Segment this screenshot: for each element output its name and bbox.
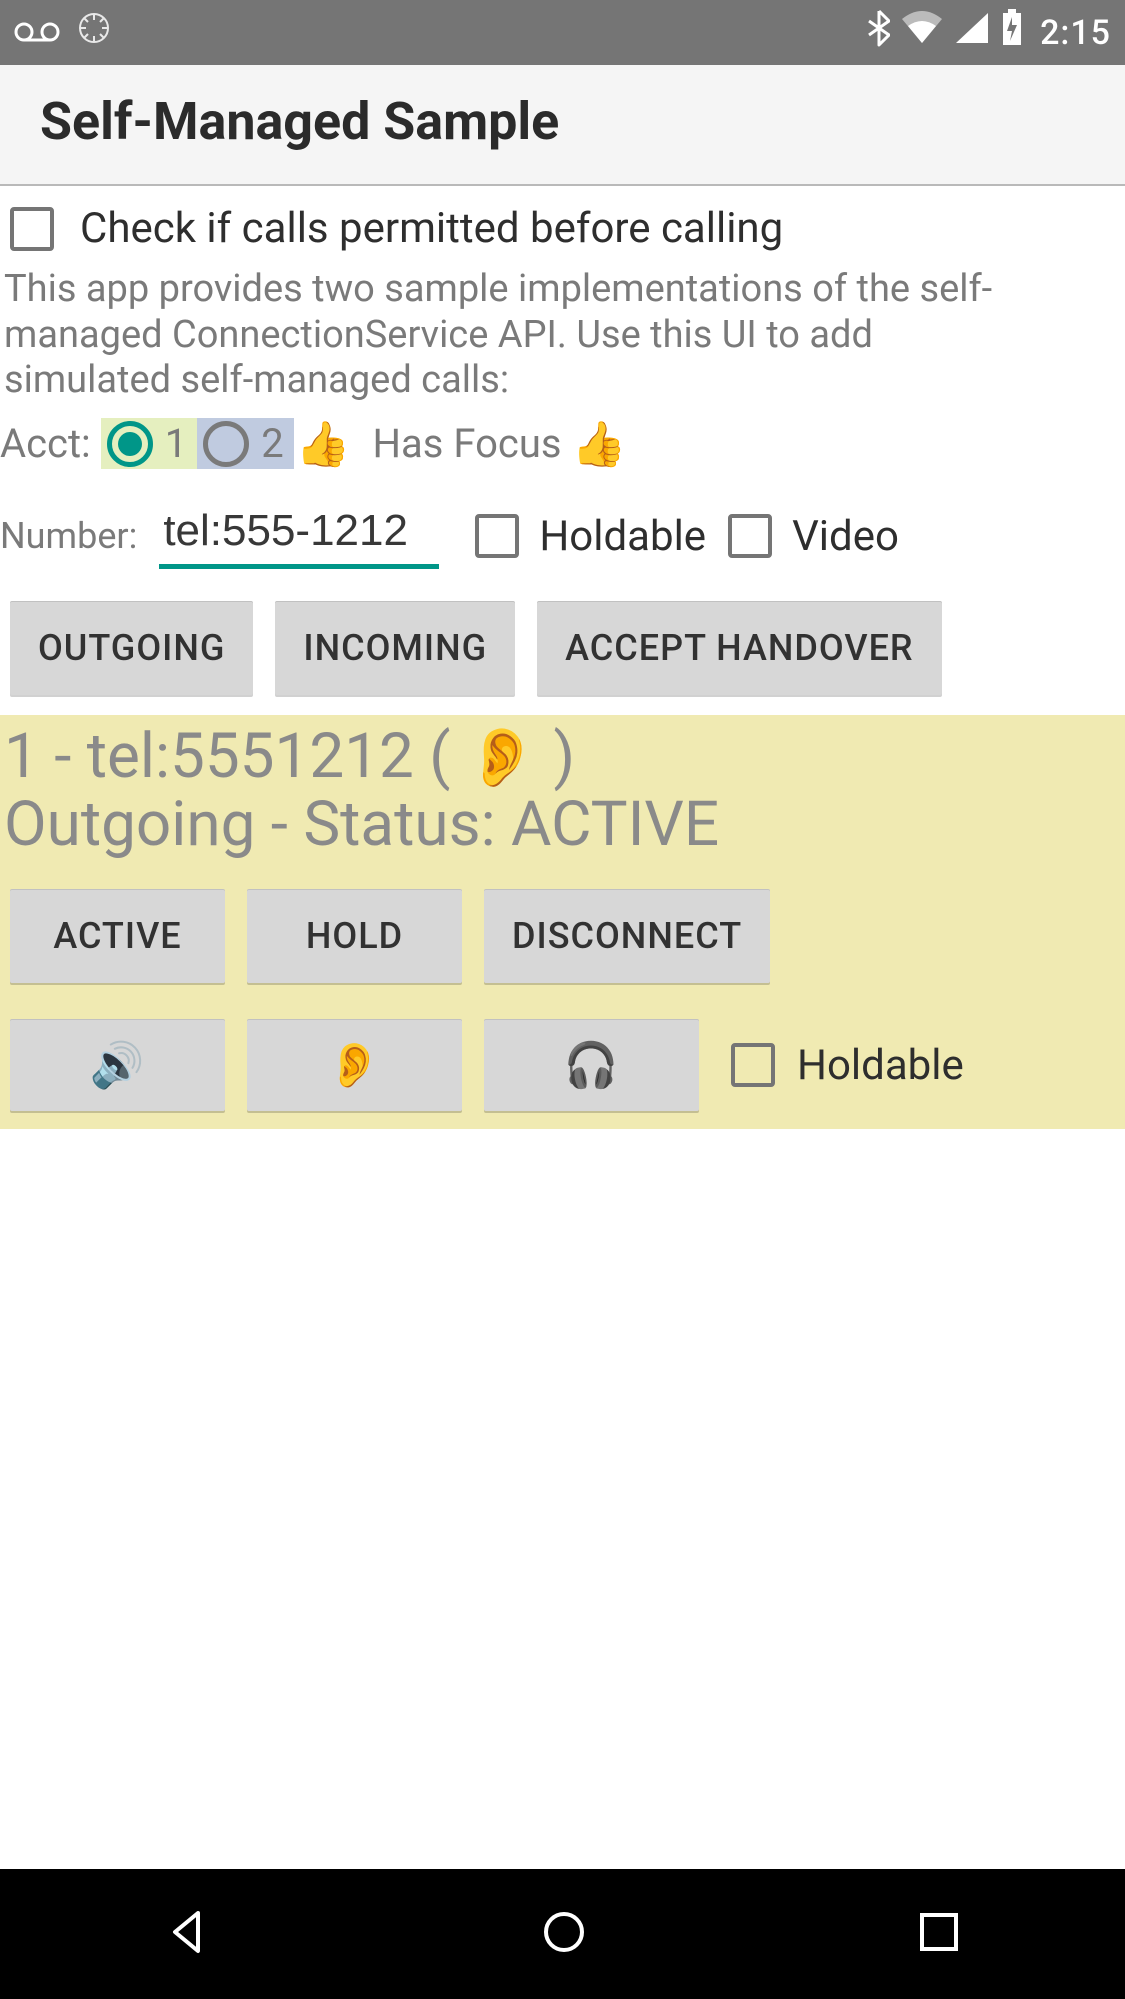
permitted-checkbox[interactable] [10, 207, 54, 251]
video-checkbox[interactable] [728, 514, 772, 558]
holdable-row[interactable]: Holdable [475, 512, 706, 561]
battery-charging-icon [1000, 9, 1024, 56]
hold-button[interactable]: HOLD [247, 889, 462, 983]
has-focus-label: Has Focus [373, 420, 562, 467]
accept-handover-button[interactable]: ACCEPT HANDOVER [537, 601, 941, 695]
call-action-row: ACTIVE HOLD DISCONNECT [0, 859, 1125, 1003]
outgoing-button[interactable]: OUTGOING [10, 601, 253, 695]
call-header-prefix: 1 - tel:5551212 ( [4, 720, 466, 793]
call-card: 1 - tel:5551212 ( 👂 ) Outgoing - Status:… [0, 715, 1125, 1129]
number-input[interactable] [159, 504, 439, 569]
account-radio-2[interactable]: 2 [197, 418, 293, 469]
thumbs-up-icon: 👍 [296, 418, 351, 470]
ear-icon: 👂 [466, 724, 538, 792]
earpiece-button[interactable]: 👂 [247, 1019, 462, 1111]
call-header-suffix: ) [538, 720, 575, 793]
account-radio-1[interactable]: 1 [101, 418, 197, 469]
account-radio-group: 1 2 [101, 418, 294, 469]
speaker-button[interactable]: 🔊 [10, 1019, 225, 1111]
radio-selected-icon [107, 421, 153, 467]
video-row[interactable]: Video [728, 512, 899, 561]
call-holdable-row[interactable]: Holdable [721, 1041, 964, 1090]
call-holdable-checkbox[interactable] [731, 1043, 775, 1087]
call-holdable-label: Holdable [797, 1041, 964, 1090]
holdable-checkbox[interactable] [475, 514, 519, 558]
cellular-icon [954, 11, 990, 54]
number-label: Number: [0, 515, 137, 557]
voicemail-icon [14, 13, 60, 53]
thumbs-up-icon: 👍 [572, 418, 627, 470]
status-bar: 2:15 [0, 0, 1125, 65]
dial-button-row: OUTGOING INCOMING ACCEPT HANDOVER [0, 595, 1125, 715]
radio-unselected-icon [203, 421, 249, 467]
main-panel: Check if calls permitted before calling … [0, 186, 1125, 1129]
audio-route-row: 🔊 👂 🎧 Holdable [0, 1003, 1125, 1111]
description-text: This app provides two sample implementat… [0, 267, 1000, 414]
nav-bar [0, 1869, 1125, 1999]
call-status: Outgoing - Status: ACTIVE [0, 791, 1125, 859]
account-radio-1-label: 1 [165, 420, 187, 467]
headphones-button[interactable]: 🎧 [484, 1019, 699, 1111]
bluetooth-icon [868, 9, 890, 56]
account-radio-2-label: 2 [261, 420, 283, 467]
video-label: Video [792, 512, 899, 561]
spinner-icon [78, 12, 110, 53]
back-button[interactable] [163, 1907, 213, 1961]
active-button[interactable]: ACTIVE [10, 889, 225, 983]
status-clock: 2:15 [1040, 13, 1111, 53]
account-line: Acct: 1 2 👍 Has Focus 👍 [0, 414, 1125, 488]
account-label: Acct: [0, 420, 91, 467]
incoming-button[interactable]: INCOMING [275, 601, 515, 695]
disconnect-button[interactable]: DISCONNECT [484, 889, 770, 983]
permitted-label: Check if calls permitted before calling [80, 204, 783, 253]
number-row: Number: Holdable Video [0, 488, 1125, 595]
permitted-row[interactable]: Check if calls permitted before calling [0, 186, 1125, 267]
page-title: Self-Managed Sample [40, 91, 1085, 152]
holdable-label: Holdable [539, 512, 706, 561]
call-header: 1 - tel:5551212 ( 👂 ) [0, 723, 1125, 791]
wifi-icon [900, 11, 944, 54]
recent-apps-button[interactable] [916, 1909, 962, 1959]
action-bar: Self-Managed Sample [0, 65, 1125, 186]
home-button[interactable] [539, 1907, 589, 1961]
